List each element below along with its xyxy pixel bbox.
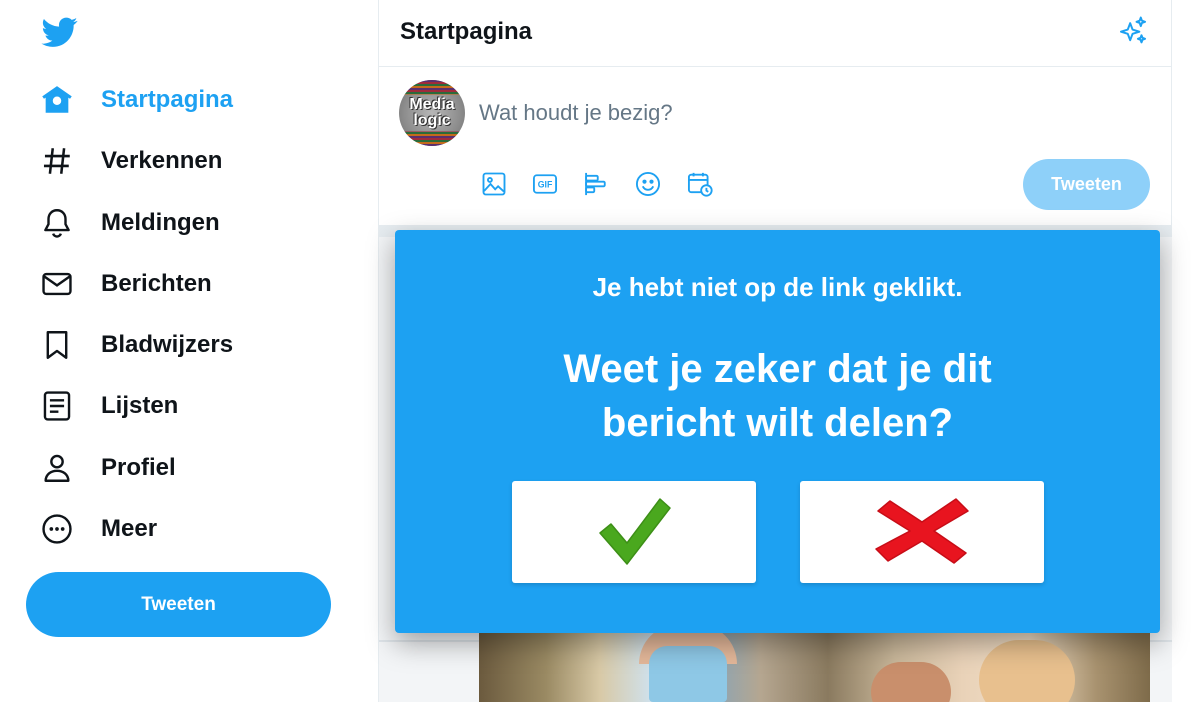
timeline-header: Startpagina — [379, 0, 1172, 67]
sidebar-item-startpagina[interactable]: Startpagina — [40, 78, 233, 122]
photo-person — [979, 640, 1075, 702]
compose-tweet-button[interactable]: Tweeten — [1023, 159, 1150, 210]
cross-icon — [870, 495, 974, 570]
bookmark-icon — [40, 328, 74, 362]
person-icon — [40, 451, 74, 485]
sidebar-item-verkennen[interactable]: Verkennen — [40, 139, 222, 183]
gif-icon[interactable]: GIF — [530, 169, 560, 199]
checkmark-icon — [594, 491, 674, 574]
bell-icon — [40, 206, 74, 240]
sidebar-item-meer[interactable]: Meer — [40, 507, 157, 551]
cancel-share-button[interactable] — [800, 481, 1044, 583]
twitter-bird-icon[interactable] — [40, 14, 80, 50]
hashtag-icon — [40, 144, 74, 178]
home-icon — [40, 83, 74, 117]
sidebar-item-label: Meer — [101, 515, 158, 542]
sidebar-item-profiel[interactable]: Profiel — [40, 446, 176, 490]
sidebar-tweet-button[interactable]: Tweeten — [26, 572, 331, 637]
page-title: Startpagina — [400, 18, 533, 45]
sidebar-item-label: Startpagina — [101, 86, 234, 113]
sidebar-item-meldingen[interactable]: Meldingen — [40, 201, 220, 245]
confirm-share-button[interactable] — [512, 481, 756, 583]
envelope-icon — [40, 267, 74, 301]
sidebar-item-label: Berichten — [101, 270, 212, 297]
sidebar-item-lijsten[interactable]: Lijsten — [40, 384, 178, 428]
sidebar: Startpagina Verkennen Meldingen Berichte… — [0, 0, 378, 702]
sidebar-item-label: Lijsten — [101, 392, 179, 419]
sidebar-item-berichten[interactable]: Berichten — [40, 262, 212, 306]
sidebar-item-label: Bladwijzers — [101, 331, 234, 358]
sparkle-icon[interactable] — [1116, 14, 1150, 48]
dialog-message: Je hebt niet op de link geklikt. — [592, 272, 963, 302]
list-icon — [40, 389, 74, 423]
photo-person — [871, 662, 951, 702]
sidebar-item-label: Profiel — [101, 454, 176, 481]
more-icon — [40, 512, 74, 546]
photo-mask — [649, 646, 727, 702]
image-icon[interactable] — [479, 169, 509, 199]
sidebar-item-label: Meldingen — [101, 209, 220, 236]
emoji-icon[interactable] — [633, 169, 663, 199]
share-confirmation-dialog: Je hebt niet op de link geklikt. Weet je… — [395, 230, 1160, 633]
sidebar-item-label: Verkennen — [101, 147, 223, 174]
avatar-logo-text: Media logic — [409, 96, 455, 129]
compose-input[interactable] — [479, 95, 1079, 131]
avatar[interactable]: Media logic — [399, 80, 465, 146]
dialog-question: Weet je zeker dat je dit bericht wilt de… — [563, 347, 992, 445]
gif-label: GIF — [538, 180, 553, 190]
schedule-icon[interactable] — [685, 169, 715, 199]
poll-icon[interactable] — [581, 169, 611, 199]
tweet-media-image[interactable] — [479, 624, 1150, 702]
tweet-composer: Media logic GIF Tweeten — [379, 67, 1172, 225]
sidebar-item-bladwijzers[interactable]: Bladwijzers — [40, 323, 233, 367]
